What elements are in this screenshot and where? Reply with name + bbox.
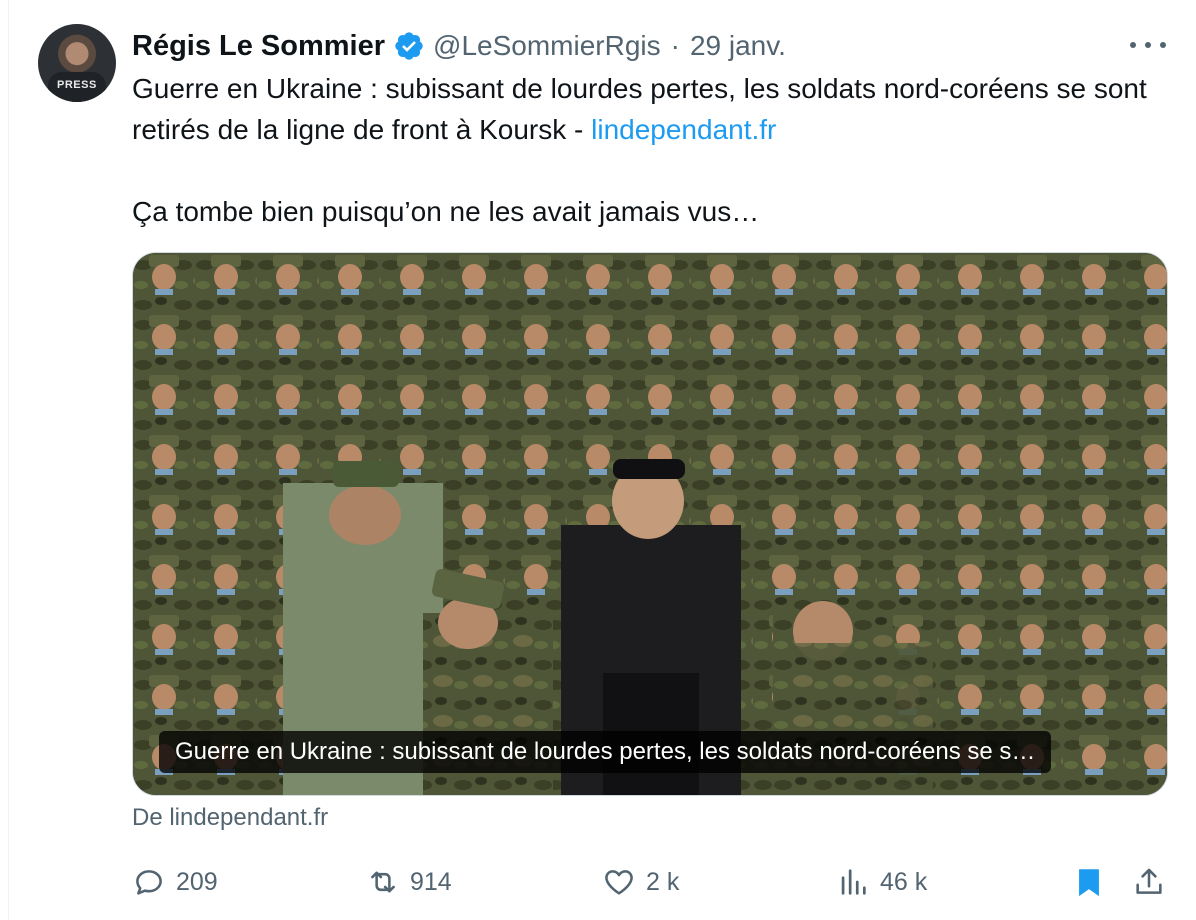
share-icon (1136, 868, 1162, 894)
soldiers-photo (133, 253, 1167, 795)
bookmark-icon (1079, 869, 1099, 897)
media-caption: Guerre en Ukraine : subissant de lourdes… (159, 731, 1052, 773)
reply-count: 209 (176, 867, 218, 896)
views-count: 46 k (880, 867, 928, 896)
like-count: 2 k (646, 867, 680, 896)
author-handle[interactable]: @LeSommierRgis (433, 30, 661, 62)
like-button[interactable]: 2 k (602, 862, 679, 902)
bookmark-button[interactable] (1072, 862, 1106, 902)
timeline-border (8, 0, 9, 920)
author-display-name[interactable]: Régis Le Sommier (132, 30, 385, 63)
link-source[interactable]: De lindependant.fr (132, 804, 328, 832)
tweet-date[interactable]: 29 janv. (690, 30, 786, 62)
header-separator: · (670, 30, 680, 61)
reply-button[interactable]: 209 (132, 862, 218, 902)
retweet-button[interactable]: 914 (366, 862, 452, 902)
link-card-media[interactable]: Guerre en Ukraine : subissant de lourdes… (132, 252, 1168, 796)
tweet-body: Guerre en Ukraine : subissant de lourdes… (132, 68, 1162, 232)
tweet-text-paragraph-1: Guerre en Ukraine : subissant de lourdes… (132, 68, 1162, 150)
views-button[interactable]: 46 k (836, 862, 927, 902)
heart-icon (605, 870, 633, 895)
retweet-count: 914 (410, 867, 452, 896)
verified-badge-icon[interactable] (393, 30, 425, 62)
reply-icon (136, 870, 162, 895)
avatar[interactable]: PRESS (38, 24, 116, 102)
tweet-text-line2: Ça tombe bien puisqu’on ne les avait jam… (132, 196, 760, 227)
share-button[interactable] (1132, 862, 1166, 902)
avatar-press-text: PRESS (57, 79, 97, 91)
tweet-header: Régis Le Sommier @LeSommierRgis · 29 jan… (132, 26, 786, 66)
views-chart-icon (841, 869, 866, 895)
tweet-link[interactable]: lindependant.fr (591, 114, 776, 145)
more-options-icon[interactable] (1130, 30, 1166, 60)
retweet-icon (371, 871, 395, 893)
tweet-actions-bar: 209 914 2 k 46 k (132, 862, 1166, 902)
